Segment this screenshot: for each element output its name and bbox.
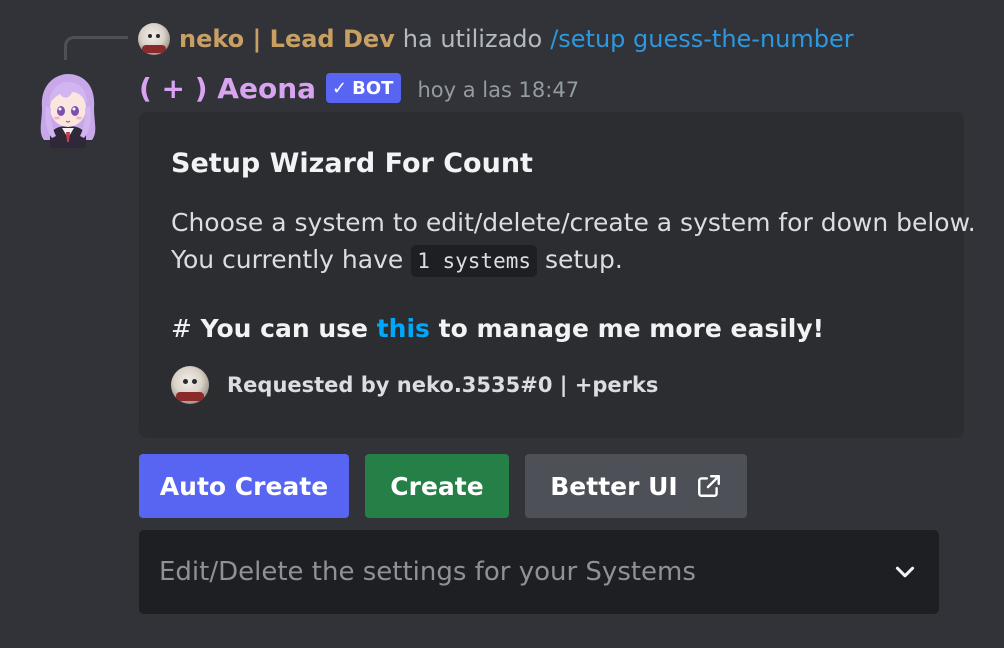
embed-desc-suffix: setup. bbox=[544, 245, 623, 274]
inline-code: 1 systems bbox=[411, 245, 538, 277]
better-ui-label: Better UI bbox=[550, 471, 678, 501]
check-icon: ✓ bbox=[332, 77, 348, 99]
requester-avatar-icon bbox=[171, 366, 209, 404]
heading-pre: You can use bbox=[200, 314, 368, 343]
create-button[interactable]: Create bbox=[365, 454, 509, 518]
reply-context[interactable]: neko | Lead Dev ha utilizado /setup gues… bbox=[138, 22, 854, 56]
reply-spine bbox=[64, 36, 128, 60]
systems-select-menu[interactable]: Edit/Delete the settings for your System… bbox=[139, 530, 939, 614]
better-ui-button[interactable]: Better UI bbox=[525, 454, 747, 518]
embed-footer: Requested by neko.3535#0 | +perks bbox=[171, 366, 658, 404]
embed-description: Choose a system to edit/delete/create a … bbox=[171, 204, 976, 280]
embed-card: Setup Wizard For Count Choose a system t… bbox=[139, 112, 976, 438]
create-label: Create bbox=[390, 471, 484, 501]
bot-username[interactable]: ( + ) Aeona bbox=[139, 72, 316, 105]
chevron-down-icon[interactable] bbox=[891, 558, 919, 586]
anime-girl-avatar-icon bbox=[40, 74, 96, 148]
footer-text: Requested by neko.3535#0 | +perks bbox=[227, 373, 659, 397]
embed-title: Setup Wizard For Count bbox=[171, 148, 533, 179]
manage-link[interactable]: this bbox=[377, 314, 430, 343]
message-header: ( + ) Aeona ✓ BOT hoy a las 18:47 bbox=[139, 68, 579, 108]
bot-tag-label: BOT bbox=[352, 77, 394, 99]
heading-hash: # bbox=[171, 314, 192, 343]
bot-tag: ✓ BOT bbox=[326, 73, 402, 103]
discord-message: neko | Lead Dev ha utilizado /setup gues… bbox=[0, 0, 1004, 648]
embed-desc-line2: You currently have 1 systems setup. bbox=[171, 241, 976, 280]
reply-command[interactable]: /setup guess-the-number bbox=[550, 25, 853, 53]
reply-author-name[interactable]: neko | Lead Dev bbox=[179, 25, 395, 53]
reply-action-text: ha utilizado bbox=[402, 25, 543, 53]
embed-heading: # You can use this to manage me more eas… bbox=[171, 314, 824, 343]
bot-avatar[interactable] bbox=[32, 70, 102, 150]
embed-desc-line1: Choose a system to edit/delete/create a … bbox=[171, 208, 976, 237]
auto-create-label: Auto Create bbox=[159, 471, 329, 501]
external-link-icon bbox=[696, 473, 722, 499]
message-timestamp: hoy a las 18:47 bbox=[417, 78, 580, 102]
auto-create-button[interactable]: Auto Create bbox=[139, 454, 349, 518]
heading-post: to manage me more easily! bbox=[438, 314, 825, 343]
embed-desc-prefix: You currently have bbox=[171, 245, 404, 274]
reply-author-avatar[interactable] bbox=[138, 23, 170, 55]
select-placeholder: Edit/Delete the settings for your System… bbox=[159, 557, 696, 587]
